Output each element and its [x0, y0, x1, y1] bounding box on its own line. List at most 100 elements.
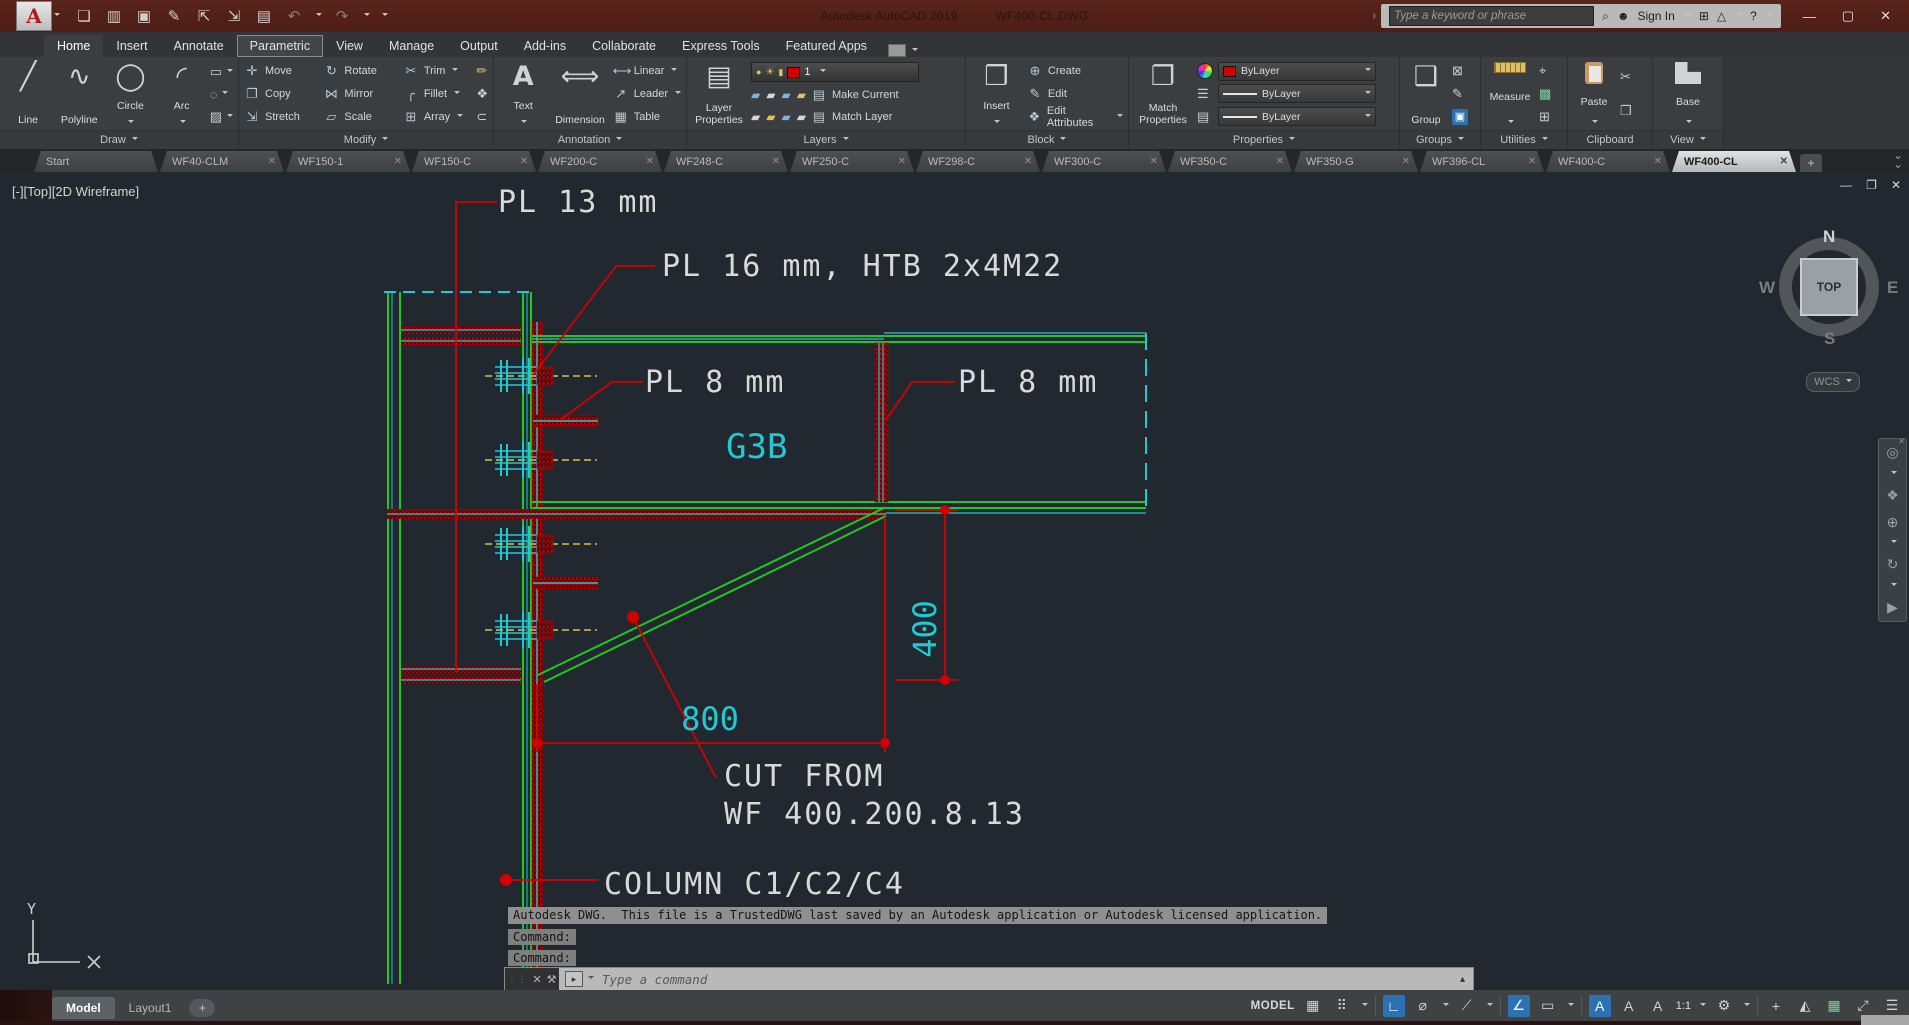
base-button[interactable]: Base [1665, 60, 1711, 128]
tab-close-icon[interactable]: ✕ [1276, 156, 1284, 167]
zoom-caret-icon[interactable] [1890, 540, 1897, 546]
doc-restore-icon[interactable]: ❐ [1866, 178, 1877, 192]
file-tab[interactable]: WF200-C ✕ [538, 151, 662, 172]
grid-toggle-icon[interactable]: ▦ [1302, 995, 1324, 1017]
recent-commands-caret-icon[interactable] [588, 976, 594, 982]
viewcube-north[interactable]: N [1823, 227, 1835, 247]
model-space-toggle[interactable]: MODEL [1251, 1000, 1295, 1012]
panel-label-annotation[interactable]: Annotation [494, 130, 686, 149]
polar-tracking-icon[interactable]: ⌀ [1412, 995, 1434, 1017]
ortho-toggle-icon[interactable]: ∟ [1382, 994, 1405, 1017]
snap-toggle-icon[interactable]: ⠿ [1331, 995, 1353, 1017]
viewport-controls[interactable]: [-][Top][2D Wireframe] [12, 184, 139, 199]
tab-home[interactable]: Home [44, 35, 104, 57]
file-tab[interactable]: WF248-C ✕ [664, 151, 788, 172]
ungroup-icon[interactable]: ⊠ [1452, 63, 1468, 79]
circle-button[interactable]: ◯ Circle [107, 60, 153, 128]
orbit-caret-icon[interactable] [1890, 583, 1897, 589]
panel-label-view[interactable]: View [1653, 130, 1723, 149]
arc-button[interactable]: ◜ Arc [159, 60, 205, 128]
object-color-select[interactable]: ByLayer [1218, 61, 1376, 81]
navigation-bar[interactable]: ✕ ◎ ❖ ⊕ ↻ ▶ [1878, 437, 1907, 622]
pan-icon[interactable]: ❖ [1886, 487, 1899, 504]
panel-label-draw[interactable]: Draw [0, 130, 238, 149]
file-tab[interactable]: WF350-C ✕ [1168, 151, 1292, 172]
group-edit-icon[interactable]: ✎ [1452, 86, 1468, 102]
file-tab-active[interactable]: WF400-CL ✕ [1672, 151, 1796, 172]
file-tab[interactable]: WF396-CL ✕ [1420, 151, 1544, 172]
viewcube-west[interactable]: W [1759, 278, 1775, 298]
insert-button[interactable]: ❒ Insert [971, 60, 1022, 128]
leader-caret-icon[interactable] [675, 90, 681, 97]
text-caret-icon[interactable] [521, 120, 528, 126]
doc-minimize-icon[interactable]: — [1840, 178, 1852, 192]
clean-screen-icon[interactable]: ⤢ [1852, 995, 1874, 1017]
tab-close-icon[interactable]: ✕ [394, 156, 402, 167]
scale-button[interactable]: ▱ Scale [323, 108, 397, 126]
tab-close-icon[interactable]: ✕ [268, 156, 276, 167]
rectangle-caret-icon[interactable] [226, 68, 233, 75]
fillet-button[interactable]: ╭ Fillet [403, 85, 472, 103]
snap-caret-icon[interactable] [1361, 1002, 1368, 1009]
command-bar-grip[interactable]: ⋮⋮ ✕ ⚒ [505, 968, 559, 990]
wcs-menu[interactable]: WCS [1806, 372, 1860, 392]
tab-close-icon[interactable]: ✕ [1150, 156, 1158, 167]
autosnap-toggle-icon[interactable]: ∠ [1507, 994, 1530, 1017]
file-tab[interactable]: WF400-C ✕ [1546, 151, 1670, 172]
array-caret-icon[interactable] [457, 113, 464, 120]
zoom-icon[interactable]: ⊕ [1887, 514, 1899, 531]
tab-addins[interactable]: Add-ins [511, 35, 579, 57]
table-button[interactable]: ▦ Table [613, 108, 681, 126]
panel-label-block[interactable]: Block [966, 130, 1128, 149]
layer-select[interactable]: ● ☀ ▮ 1 [751, 62, 919, 82]
fillet-caret-icon[interactable] [454, 90, 461, 97]
layer-tool-icon-4[interactable]: ▰ [797, 88, 806, 102]
file-tab[interactable]: WF150-C ✕ [412, 151, 536, 172]
file-tab[interactable]: WF250-C ✕ [790, 151, 914, 172]
showmotion-icon[interactable]: ▶ [1887, 599, 1898, 616]
measure-caret-icon[interactable] [1508, 120, 1514, 126]
create-block-button[interactable]: ⊕ Create [1027, 62, 1123, 80]
tab-annotate[interactable]: Annotate [161, 35, 237, 57]
cut-icon[interactable]: ✂ [1620, 69, 1632, 85]
viewcube-east[interactable]: E [1887, 278, 1898, 298]
trim-caret-icon[interactable] [452, 68, 459, 74]
tab-close-icon[interactable]: ✕ [772, 156, 780, 167]
polar-caret-icon[interactable] [1442, 1002, 1449, 1009]
layer-tool-icon-7[interactable]: ▰ [781, 110, 790, 124]
layer-tool-icon-3[interactable]: ▰ [781, 88, 790, 102]
panel-label-layers[interactable]: Layers [687, 130, 965, 149]
tab-close-icon[interactable]: ✕ [1654, 156, 1662, 167]
navigation-wheel-icon[interactable]: ◎ [1886, 444, 1898, 461]
quick-select-icon[interactable]: ▩ [1539, 86, 1551, 102]
annotation-scale-value[interactable]: 1:1 [1676, 1000, 1691, 1012]
rectangle-icon[interactable]: ▭ [210, 64, 222, 80]
layer-tool-icon-2[interactable]: ▰ [766, 88, 775, 102]
copy-button[interactable]: ❐ Copy [244, 85, 318, 103]
annotation-visibility-icon[interactable]: A [1588, 994, 1611, 1017]
drawing-area[interactable]: PL 13 mm PL 16 mm, HTB 2x4M22 PL 8 mm PL… [0, 172, 1909, 990]
rotate-button[interactable]: ↻ Rotate [323, 62, 397, 80]
command-expand-icon[interactable]: ▴ [1460, 974, 1465, 985]
linetype-list-icon[interactable]: ▤ [1197, 109, 1213, 125]
workspace-caret-icon[interactable] [1744, 1002, 1750, 1009]
copy-clip-icon[interactable]: ❐ [1620, 103, 1632, 119]
tab-close-icon[interactable]: ✕ [1528, 156, 1536, 167]
panel-label-properties[interactable]: Properties [1129, 130, 1399, 149]
mirror-button[interactable]: ⋈ Mirror [323, 85, 397, 103]
make-current-button[interactable]: ▰ ▰ ▰ ▰ ▤ Make Current [751, 86, 960, 104]
polyline-button[interactable]: ∿ Polyline [56, 60, 102, 128]
layer-tool-icon-5[interactable]: ▰ [751, 110, 760, 124]
color-wheel-icon[interactable] [1197, 63, 1213, 80]
autoscale-icon[interactable]: A [1618, 995, 1640, 1017]
customization-menu-icon[interactable]: ☰ [1881, 995, 1903, 1017]
tab-close-icon[interactable]: ✕ [1402, 156, 1410, 167]
ellipse-caret-icon[interactable] [222, 91, 229, 97]
linear-button[interactable]: ⟷ Linear [613, 62, 681, 80]
tab-close-icon[interactable]: ✕ [520, 156, 528, 167]
isodraft-icon[interactable]: ⟋ [1456, 995, 1478, 1017]
command-input[interactable]: Type a command [602, 972, 707, 987]
linetype-select[interactable]: ByLayer [1218, 107, 1376, 127]
workspace-gear-icon[interactable]: ⚙ [1713, 995, 1735, 1017]
paste-caret-icon[interactable] [1592, 120, 1598, 126]
